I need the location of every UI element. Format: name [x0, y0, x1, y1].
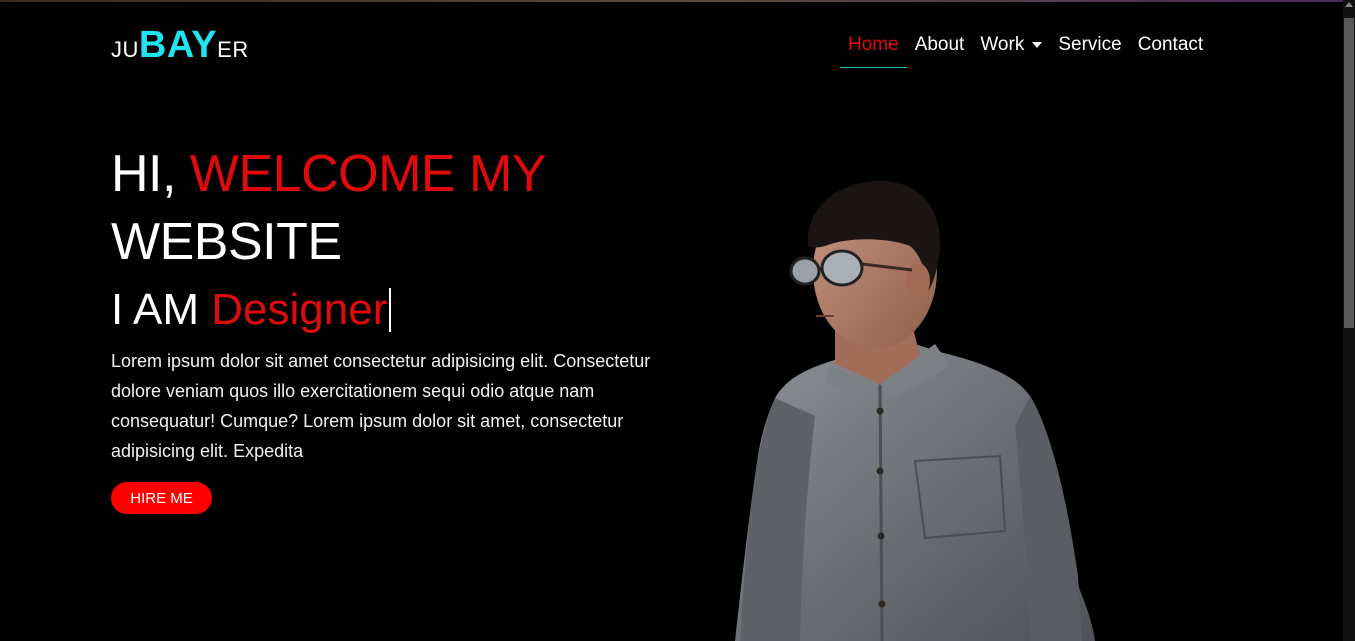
top-border [0, 0, 1343, 2]
nav-service[interactable]: Service [1050, 32, 1129, 68]
main-nav: Home About Work Service Contact [840, 32, 1211, 68]
nav-contact[interactable]: Contact [1130, 32, 1211, 68]
brand-prefix: JU [111, 37, 139, 62]
nav-work-label: Work [980, 34, 1025, 55]
hero-role: Designer [211, 285, 388, 334]
hero-greeting: HI, [111, 145, 176, 203]
brand-highlight: BAY [138, 24, 218, 66]
caret-down-icon [1032, 41, 1043, 48]
nav-home[interactable]: Home [840, 32, 907, 68]
hero-greeting-accent: WELCOME MY [189, 145, 547, 203]
nav-about[interactable]: About [907, 32, 973, 68]
hero-greeting-end: WEBSITE [111, 213, 342, 271]
typing-cursor [389, 288, 392, 332]
hero-description: Lorem ipsum dolor sit amet consectetur a… [111, 351, 651, 461]
nav-work[interactable]: Work [972, 32, 1050, 68]
brand-suffix: ER [217, 37, 249, 62]
hero-role-prefix: I AM [111, 285, 200, 334]
profile-photo [735, 181, 1095, 641]
brand-logo[interactable]: JUBAYER [111, 26, 249, 64]
hero-title: HI, WELCOME MY WEBSITE [111, 140, 711, 276]
hero-role-line: I AM Designer [111, 282, 392, 338]
scrollbar[interactable] [1343, 0, 1355, 641]
scroll-up-arrow-icon[interactable] [1345, 2, 1353, 7]
scrollbar-thumb[interactable] [1344, 18, 1354, 328]
hire-me-button[interactable]: HIRE ME [111, 482, 212, 514]
